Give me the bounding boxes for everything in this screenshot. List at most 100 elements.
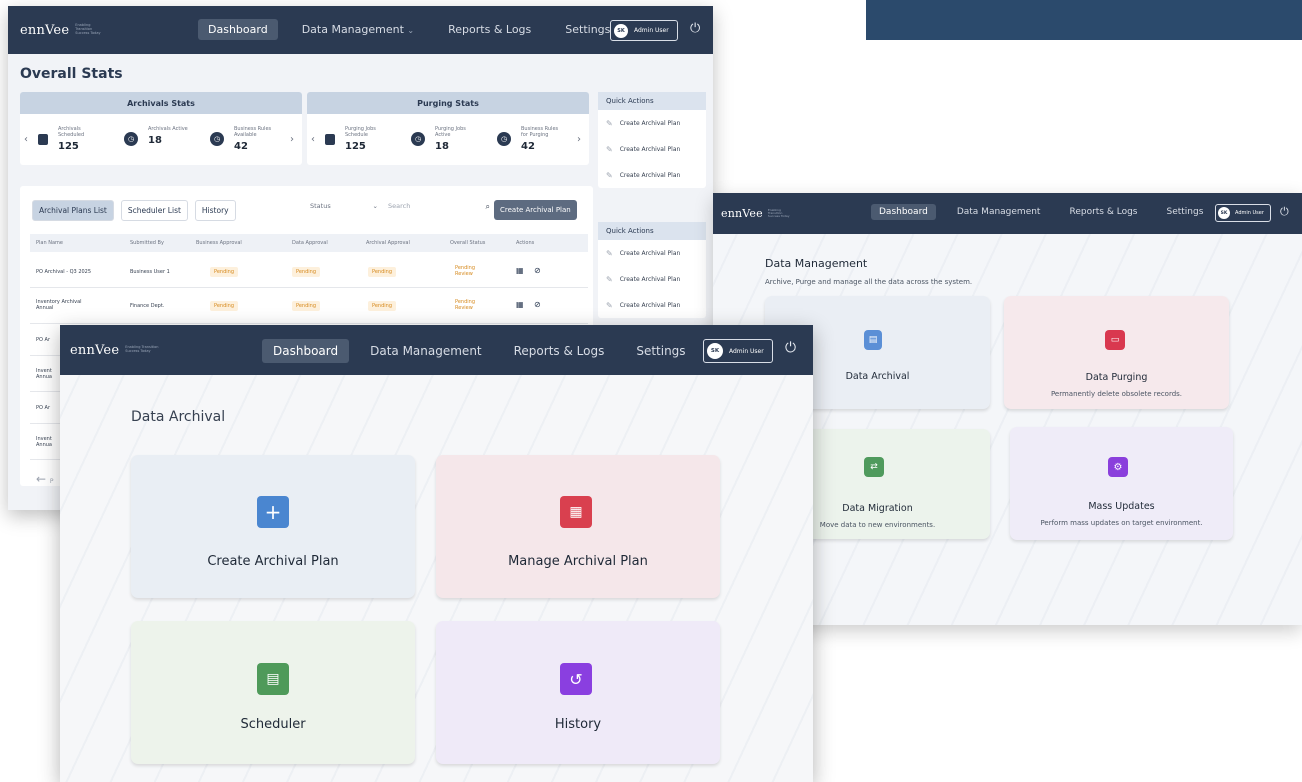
user-menu[interactable]: SK Admin User — [1215, 204, 1271, 222]
prev-page-label: P — [49, 478, 54, 485]
chevron-left-icon[interactable]: ‹ — [311, 134, 315, 145]
schedule-icon[interactable]: ▦ — [516, 300, 524, 310]
column-header: Business Approval — [196, 240, 242, 246]
folder-delete-icon: ▭ — [1105, 330, 1125, 350]
stat-purging-active: ◷ Purging Jobs Active 18 — [411, 126, 479, 152]
table-row[interactable]: PO Archival - Q3 2025 Business User 1 Pe… — [30, 256, 588, 288]
user-name: Admin User — [634, 27, 669, 34]
quick-action-item[interactable]: ✎ Create Archival Plan — [598, 110, 706, 136]
card-manage-archival-plan[interactable]: ▦ Manage Archival Plan — [436, 455, 720, 598]
chevron-down-icon: ⌄ — [407, 26, 415, 35]
list-tabs: Archival Plans List Scheduler List Histo… — [32, 200, 236, 221]
plan-name: PO Ar — [36, 337, 51, 343]
nav-settings[interactable]: Settings — [1159, 204, 1212, 220]
archivals-stats-row: ‹ Archivals Scheduled 125 ◷ Archivals Act… — [20, 114, 302, 165]
hide-icon[interactable]: ⊘ — [534, 300, 541, 310]
plan-name: Inventory Archival Annual — [36, 299, 82, 311]
tab-archival-plans-list[interactable]: Archival Plans List — [32, 200, 114, 221]
stat-archivals-scheduled: Archivals Scheduled 125 — [38, 126, 102, 152]
plan-name: PO Archival - Q3 2025 — [36, 269, 92, 275]
clock-icon: ◷ — [411, 132, 425, 146]
card-data-purging[interactable]: ▭ Data Purging Permanently delete obsole… — [1004, 296, 1229, 409]
nav-data-management[interactable]: Data Management — [949, 204, 1049, 220]
chevron-down-icon: ⌄ — [372, 202, 378, 210]
page-title: Data Management — [765, 257, 868, 270]
brand-logo[interactable]: ennVee — [70, 343, 119, 358]
column-header: Archival Approval — [366, 240, 410, 246]
tab-scheduler-list[interactable]: Scheduler List — [120, 200, 188, 221]
brand-logo[interactable]: ennVee — [20, 23, 69, 38]
quick-action-item[interactable]: ✎ Create Archival Plan — [598, 240, 706, 266]
stat-business-rules: ◷ Business Rules Available 42 — [210, 126, 278, 152]
nav-dashboard[interactable]: Dashboard — [871, 204, 936, 220]
stat-label: Purging Jobs Schedule — [345, 126, 376, 138]
chevron-right-icon[interactable]: › — [577, 134, 581, 145]
quick-action-label: Create Archival Plan — [619, 301, 681, 309]
edit-icon: ✎ — [606, 248, 613, 258]
stat-value: 42 — [234, 141, 248, 152]
card-create-archival-plan[interactable]: + Create Archival Plan — [131, 455, 415, 598]
avatar: SK — [1218, 207, 1230, 219]
nav-data-management[interactable]: Data Management — [359, 339, 493, 363]
status-select[interactable]: Status ⌄ — [310, 202, 378, 210]
column-header: Data Approval — [292, 240, 328, 246]
overall-status: Pending Review — [455, 299, 475, 311]
card-mass-updates[interactable]: ⚙ Mass Updates Perform mass updates on t… — [1010, 427, 1233, 540]
data-archival-window: ennVee Enabling Transition Success Today… — [60, 325, 813, 782]
card-history[interactable]: ↺ History — [436, 621, 720, 764]
nav-data-management[interactable]: Data Management ⌄ — [292, 19, 424, 40]
purging-stats-row: ‹ Purging Jobs Schedule 125 ◷ Purging Job… — [307, 114, 589, 165]
edit-icon: ✎ — [606, 118, 613, 128]
nav-dashboard[interactable]: Dashboard — [262, 339, 350, 363]
brand-tagline: Enabling Transition Success Today — [125, 345, 159, 353]
prev-page-button[interactable]: ← P — [36, 472, 54, 486]
brand-tagline: Enabling Transition Success Today — [767, 207, 790, 219]
table-row[interactable]: Inventory Archival Annual Finance Dept. … — [30, 288, 588, 324]
avatar: SK — [707, 343, 723, 359]
user-menu[interactable]: SK Admin User — [703, 339, 773, 363]
edit-icon: ✎ — [606, 274, 613, 284]
brand-logo[interactable]: ennVee — [721, 207, 763, 220]
quick-action-label: Create Archival Plan — [619, 171, 681, 179]
showcase-stage: ennVee Enabling Transition Success Today… — [0, 0, 1302, 782]
column-header: Plan Name — [36, 240, 63, 246]
card-scheduler[interactable]: ▤ Scheduler — [131, 621, 415, 764]
user-menu[interactable]: SK Admin User — [610, 20, 678, 41]
edit-icon: ✎ — [606, 300, 613, 310]
card-subtitle: Perform mass updates on target environme… — [1040, 519, 1203, 527]
quick-action-item[interactable]: ✎ Create Archival Plan — [598, 162, 706, 188]
power-icon[interactable]: ⏻ — [785, 340, 796, 356]
search-input[interactable]: Search ⌕ — [388, 202, 490, 212]
schedule-icon[interactable]: ▦ — [516, 266, 524, 276]
quick-action-item[interactable]: ✎ Create Archival Plan — [598, 266, 706, 292]
submitted-by: Business User 1 — [130, 269, 170, 275]
power-icon[interactable]: ⏻ — [690, 21, 700, 36]
stat-label: Archivals Scheduled — [58, 126, 85, 138]
nav-links: Dashboard Data Management ⌄ Reports & Lo… — [198, 19, 620, 40]
status-badge: Pending — [292, 267, 320, 277]
create-archival-plan-button[interactable]: Create Archival Plan — [494, 200, 577, 220]
card-title: Mass Updates — [1088, 501, 1155, 512]
arrow-left-icon: ← — [36, 472, 47, 486]
chevron-right-icon[interactable]: › — [290, 134, 294, 145]
nav-dashboard[interactable]: Dashboard — [198, 19, 278, 40]
nav-settings[interactable]: Settings — [625, 339, 696, 363]
nav-reports-logs[interactable]: Reports & Logs — [438, 19, 541, 40]
plan-name: PO Ar — [36, 405, 51, 411]
quick-action-item[interactable]: ✎ Create Archival Plan — [598, 292, 706, 318]
nav-reports-logs[interactable]: Reports & Logs — [503, 339, 616, 363]
archivals-stats-card: Archivals Stats ‹ Archivals Scheduled 125… — [20, 92, 302, 165]
quick-action-label: Create Archival Plan — [619, 249, 681, 257]
quick-action-item[interactable]: ✎ Create Archival Plan — [598, 136, 706, 162]
quick-actions-panel: Quick Actions ✎ Create Archival Plan ✎ Cre… — [598, 92, 706, 188]
power-icon[interactable]: ⏻ — [1280, 205, 1289, 219]
hide-icon[interactable]: ⊘ — [534, 266, 541, 276]
nav-reports-logs[interactable]: Reports & Logs — [1061, 204, 1145, 220]
edit-icon: ✎ — [606, 170, 613, 180]
chevron-left-icon[interactable]: ‹ — [24, 134, 28, 145]
manage-plan-icon: ▦ — [560, 496, 592, 528]
status-badge: Pending — [210, 301, 238, 311]
submitted-by: Finance Dept. — [130, 303, 165, 309]
tab-history[interactable]: History — [194, 200, 236, 221]
avatar: SK — [614, 23, 628, 38]
